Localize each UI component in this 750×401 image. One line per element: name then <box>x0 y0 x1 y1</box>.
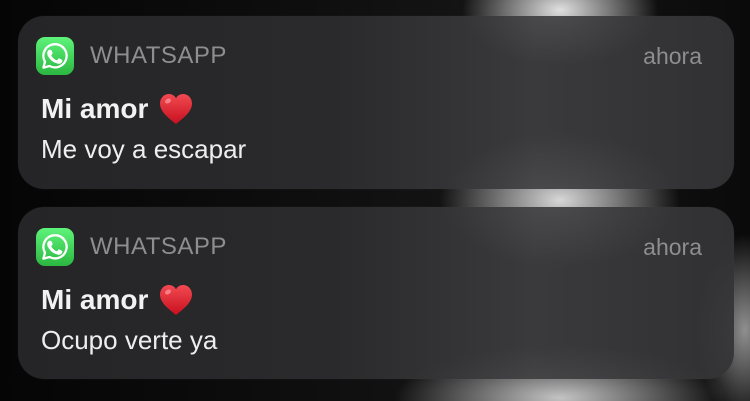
whatsapp-notification[interactable]: WHATSAPP ahora Mi amor Ocupo verte ya <box>18 207 734 379</box>
red-heart-icon <box>160 94 193 124</box>
notification-time: ahora <box>643 42 702 69</box>
whatsapp-icon <box>36 37 74 75</box>
notification-title: Mi amor <box>41 92 194 126</box>
red-heart-icon <box>160 285 193 315</box>
notification-message: Ocupo verte ya <box>41 325 218 355</box>
whatsapp-notification[interactable]: WHATSAPP ahora Mi amor Me voy a escapar <box>18 16 734 189</box>
notification-header: WHATSAPP ahora <box>36 37 702 75</box>
app-name: WHATSAPP <box>90 42 227 69</box>
sender-name: Mi amor <box>41 284 149 315</box>
sender-name: Mi amor <box>41 93 149 124</box>
whatsapp-icon <box>36 228 74 266</box>
notification-title: Mi amor <box>41 283 194 317</box>
notification-header: WHATSAPP ahora <box>36 228 702 266</box>
notification-message: Me voy a escapar <box>41 134 247 164</box>
notification-time: ahora <box>643 233 702 260</box>
app-name: WHATSAPP <box>90 233 227 260</box>
